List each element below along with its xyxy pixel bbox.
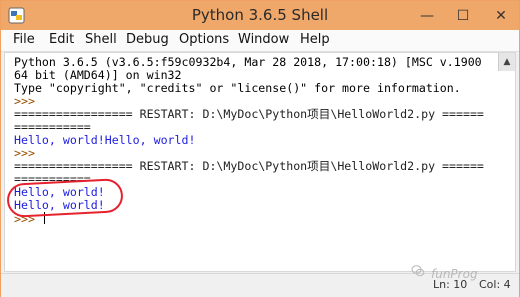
column-number: Col: 4: [479, 278, 511, 291]
wechat-icon: [411, 265, 425, 277]
close-button[interactable]: ✕: [485, 1, 517, 30]
menu-debug[interactable]: Debug: [126, 32, 169, 47]
idle-shell-window: Python 3.6.5 Shell — ☐ ✕ File Edit Shell…: [0, 0, 520, 297]
menu-bar: File Edit Shell Debug Options Window Hel…: [1, 30, 519, 52]
red-circle-annotation: [6, 177, 124, 219]
menu-file[interactable]: File: [13, 32, 35, 47]
menu-options[interactable]: Options: [179, 32, 229, 47]
maximize-button[interactable]: ☐: [447, 1, 479, 30]
menu-window[interactable]: Window: [238, 32, 289, 47]
shell-line: Type "copyright", "credits" or "license(…: [14, 81, 461, 95]
watermark-text: funProg: [431, 267, 478, 281]
minimize-button[interactable]: —: [411, 1, 443, 30]
menu-help[interactable]: Help: [300, 32, 330, 47]
menu-edit[interactable]: Edit: [49, 32, 74, 47]
shell-text-area[interactable]: ▲ Python 3.6.5 (v3.6.5:f59c0932b4, Mar 2…: [4, 52, 516, 272]
menu-shell[interactable]: Shell: [85, 32, 117, 47]
scrollbar-up-arrow[interactable]: ▲: [498, 53, 515, 71]
title-bar[interactable]: Python 3.6.5 Shell — ☐ ✕: [1, 1, 519, 30]
